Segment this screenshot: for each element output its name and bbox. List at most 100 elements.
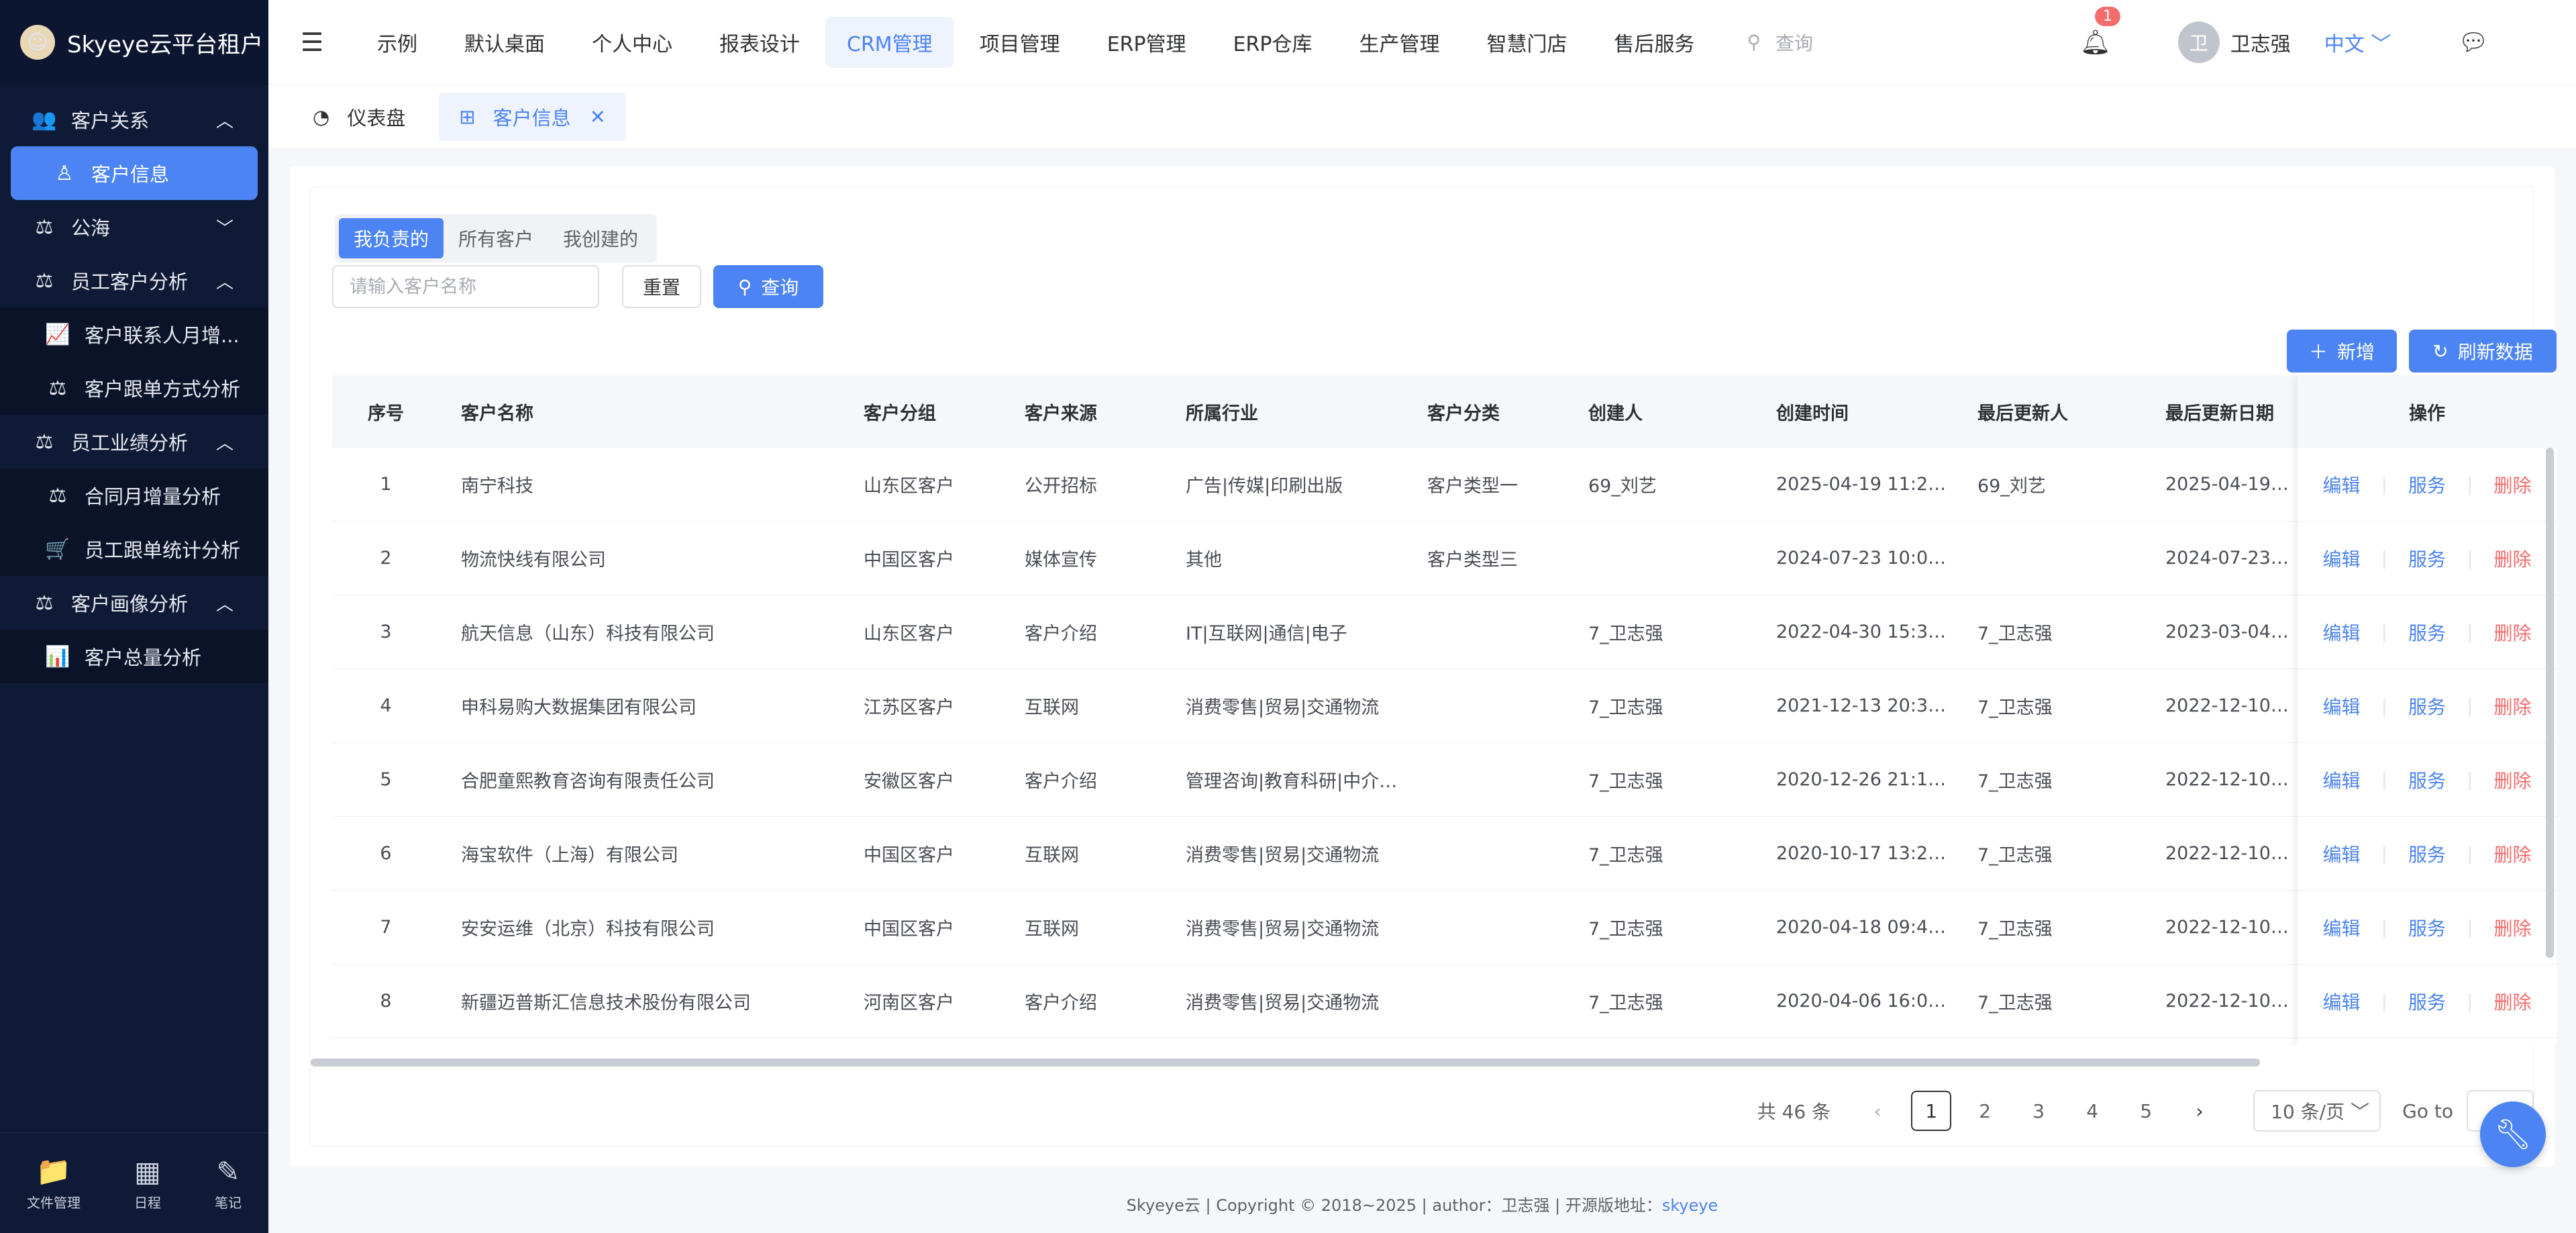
- sidebar-tool[interactable]: ✎ 笔记: [215, 1155, 242, 1212]
- divider: |: [2381, 990, 2387, 1012]
- avatar[interactable]: 卫: [2177, 21, 2220, 63]
- scope-tab[interactable]: 所有客户: [444, 218, 548, 258]
- prev-page-button[interactable]: ‹: [1857, 1091, 1898, 1131]
- user-name[interactable]: 卫志强: [2230, 28, 2291, 57]
- page-number[interactable]: 1: [1911, 1091, 1952, 1131]
- module-tab[interactable]: 报表设计: [698, 17, 821, 68]
- delete-button[interactable]: 删除: [2493, 619, 2531, 646]
- horizontal-scroll-thumb[interactable]: [311, 1058, 2260, 1067]
- global-search[interactable]: ⚲ 查询: [1747, 29, 1813, 56]
- horizontal-scrollbar[interactable]: [311, 1058, 2535, 1068]
- table-cell: 7: [380, 917, 392, 938]
- close-icon[interactable]: ✕: [590, 105, 606, 128]
- service-button[interactable]: 服务: [2408, 545, 2446, 572]
- customer-name-input[interactable]: [332, 265, 599, 308]
- sidebar-item[interactable]: 👥 客户关系 ︿: [0, 93, 268, 146]
- bell-icon[interactable]: 🔔︎ 1: [2080, 7, 2121, 56]
- table-row[interactable]: 5 合肥童熙教育咨询有限责任公司 安徽区客户 客户介绍 管理咨询|教育科研|中介服务 7_…: [332, 743, 2557, 817]
- delete-button[interactable]: 删除: [2493, 471, 2531, 498]
- delete-button[interactable]: 删除: [2493, 840, 2531, 867]
- delete-button[interactable]: 删除: [2493, 693, 2531, 720]
- scope-tab[interactable]: 我负责的: [339, 218, 444, 258]
- grid-icon: ⊞: [459, 105, 476, 128]
- table-cell: 公开招标: [1025, 476, 1097, 497]
- service-button[interactable]: 服务: [2408, 988, 2446, 1015]
- search-icon: ⚲: [1747, 31, 1761, 53]
- module-tab[interactable]: 售后服务: [1592, 17, 1716, 68]
- chat-icon[interactable]: 💬︎: [2458, 28, 2489, 56]
- sidebar-item[interactable]: ⚖ 员工业绩分析 ︿: [0, 415, 268, 468]
- table-row[interactable]: 8 新疆迈普斯汇信息技术股份有限公司 河南区客户 客户介绍 消费零售|贸易|交通物流 7_…: [332, 965, 2557, 1038]
- page-number[interactable]: 3: [2018, 1091, 2059, 1131]
- sidebar-tool[interactable]: ▦ 日程: [134, 1155, 161, 1212]
- language-selector[interactable]: 中文 ﹀: [2324, 28, 2391, 57]
- tab-customer-info[interactable]: ⊞ 客户信息 ✕: [439, 92, 626, 141]
- scope-tab[interactable]: 我创建的: [548, 218, 653, 258]
- line-chart-icon: 📈: [45, 322, 70, 346]
- brand[interactable]: ☺ Skyeye云平台租户: [0, 0, 268, 85]
- page-number[interactable]: 2: [1965, 1091, 2005, 1131]
- service-button[interactable]: 服务: [2408, 914, 2446, 941]
- module-tab[interactable]: ERP仓库: [1212, 17, 1334, 68]
- sidebar-item[interactable]: ⚖ 客户跟单方式分析: [0, 361, 268, 415]
- wrench-icon[interactable]: 🔧︎: [2480, 1101, 2546, 1167]
- add-button[interactable]: ＋ 新增: [2287, 330, 2397, 373]
- table-row[interactable]: 2 物流快线有限公司 中国区客户 媒体宣传 其他 客户类型三 2024-07-23 10:0…: [332, 522, 2557, 595]
- edit-button[interactable]: 编辑: [2323, 914, 2361, 941]
- next-page-button[interactable]: ›: [2179, 1091, 2220, 1131]
- table-row[interactable]: 3 航天信息（山东）科技有限公司 山东区客户 客户介绍 IT|互联网|通信|电子 7_卫志…: [332, 595, 2557, 669]
- table-row[interactable]: 1 南宁科技 山东区客户 公开招标 广告|传媒|印刷出版 客户类型一 69_刘艺 2025-0…: [332, 448, 2557, 522]
- service-button[interactable]: 服务: [2408, 619, 2446, 646]
- collapse-menu-icon[interactable]: ☰: [268, 28, 356, 57]
- reset-button[interactable]: 重置: [622, 265, 701, 308]
- module-tab[interactable]: CRM管理: [825, 16, 954, 68]
- person-icon: ♙: [55, 161, 74, 185]
- table-row[interactable]: 4 申科易购大数据集团有限公司 江苏区客户 互联网 消费零售|贸易|交通物流 7_卫志强 2…: [332, 669, 2557, 743]
- sidebar-item[interactable]: 📈 客户联系人月增...: [0, 307, 268, 361]
- sidebar-item[interactable]: 🛒 员工跟单统计分析: [0, 522, 268, 576]
- service-button[interactable]: 服务: [2408, 767, 2446, 793]
- module-tab[interactable]: ERP管理: [1086, 17, 1208, 68]
- edit-button[interactable]: 编辑: [2323, 693, 2361, 720]
- edit-button[interactable]: 编辑: [2323, 471, 2361, 498]
- table-cell: 2024-07-23 10:03:11: [2165, 548, 2291, 569]
- sidebar-item[interactable]: ⚖ 公海 ﹀: [0, 200, 268, 254]
- sidebar-item[interactable]: ♙ 客户信息: [11, 146, 258, 200]
- sidebar-tool[interactable]: 📁 文件管理: [27, 1154, 81, 1212]
- module-tab[interactable]: 个人中心: [570, 17, 694, 68]
- page-size-select[interactable]: 10 条/页 ﹀: [2253, 1090, 2381, 1132]
- edit-button[interactable]: 编辑: [2323, 767, 2361, 793]
- service-button[interactable]: 服务: [2408, 471, 2446, 498]
- column-header: 创建时间: [1776, 403, 1849, 424]
- table-row[interactable]: 7 安安运维（北京）科技有限公司 中国区客户 互联网 消费零售|贸易|交通物流 7_卫志强…: [332, 891, 2557, 965]
- refresh-button[interactable]: ↻ 刷新数据: [2409, 330, 2557, 373]
- service-button[interactable]: 服务: [2408, 693, 2446, 720]
- page-number[interactable]: 4: [2072, 1091, 2112, 1131]
- module-tab[interactable]: 示例: [356, 17, 439, 68]
- edit-button[interactable]: 编辑: [2323, 545, 2361, 572]
- scale-icon: ⚖: [35, 268, 54, 293]
- module-tab[interactable]: 生产管理: [1337, 17, 1461, 68]
- module-tab[interactable]: 智慧门店: [1465, 17, 1588, 68]
- delete-button[interactable]: 删除: [2493, 545, 2531, 572]
- sidebar-item[interactable]: ⚖ 员工客户分析 ︿: [0, 254, 268, 307]
- table-row[interactable]: 6 海宝软件（上海）有限公司 中国区客户 互联网 消费零售|贸易|交通物流 7_卫志强 20…: [332, 817, 2557, 891]
- delete-button[interactable]: 删除: [2493, 914, 2531, 941]
- edit-button[interactable]: 编辑: [2323, 619, 2361, 646]
- vertical-scrollbar[interactable]: [2546, 448, 2554, 958]
- edit-button[interactable]: 编辑: [2323, 988, 2361, 1015]
- divider: |: [2381, 695, 2387, 717]
- edit-button[interactable]: 编辑: [2323, 840, 2361, 867]
- delete-button[interactable]: 删除: [2493, 767, 2531, 793]
- module-tab[interactable]: 项目管理: [958, 17, 1082, 68]
- query-button[interactable]: ⚲ 查询: [713, 265, 823, 308]
- sidebar-item[interactable]: ⚖ 合同月增量分析: [0, 468, 268, 522]
- delete-button[interactable]: 删除: [2493, 988, 2531, 1015]
- footer-link[interactable]: skyeye: [1662, 1196, 1718, 1215]
- service-button[interactable]: 服务: [2408, 840, 2446, 867]
- sidebar-item[interactable]: ⚖ 客户画像分析 ︿: [0, 576, 268, 630]
- sidebar-item[interactable]: 📊 客户总量分析: [0, 630, 268, 683]
- module-tab[interactable]: 默认桌面: [443, 17, 566, 68]
- tab-dashboard[interactable]: ◔ 仪表盘: [293, 93, 425, 141]
- page-number[interactable]: 5: [2126, 1091, 2166, 1131]
